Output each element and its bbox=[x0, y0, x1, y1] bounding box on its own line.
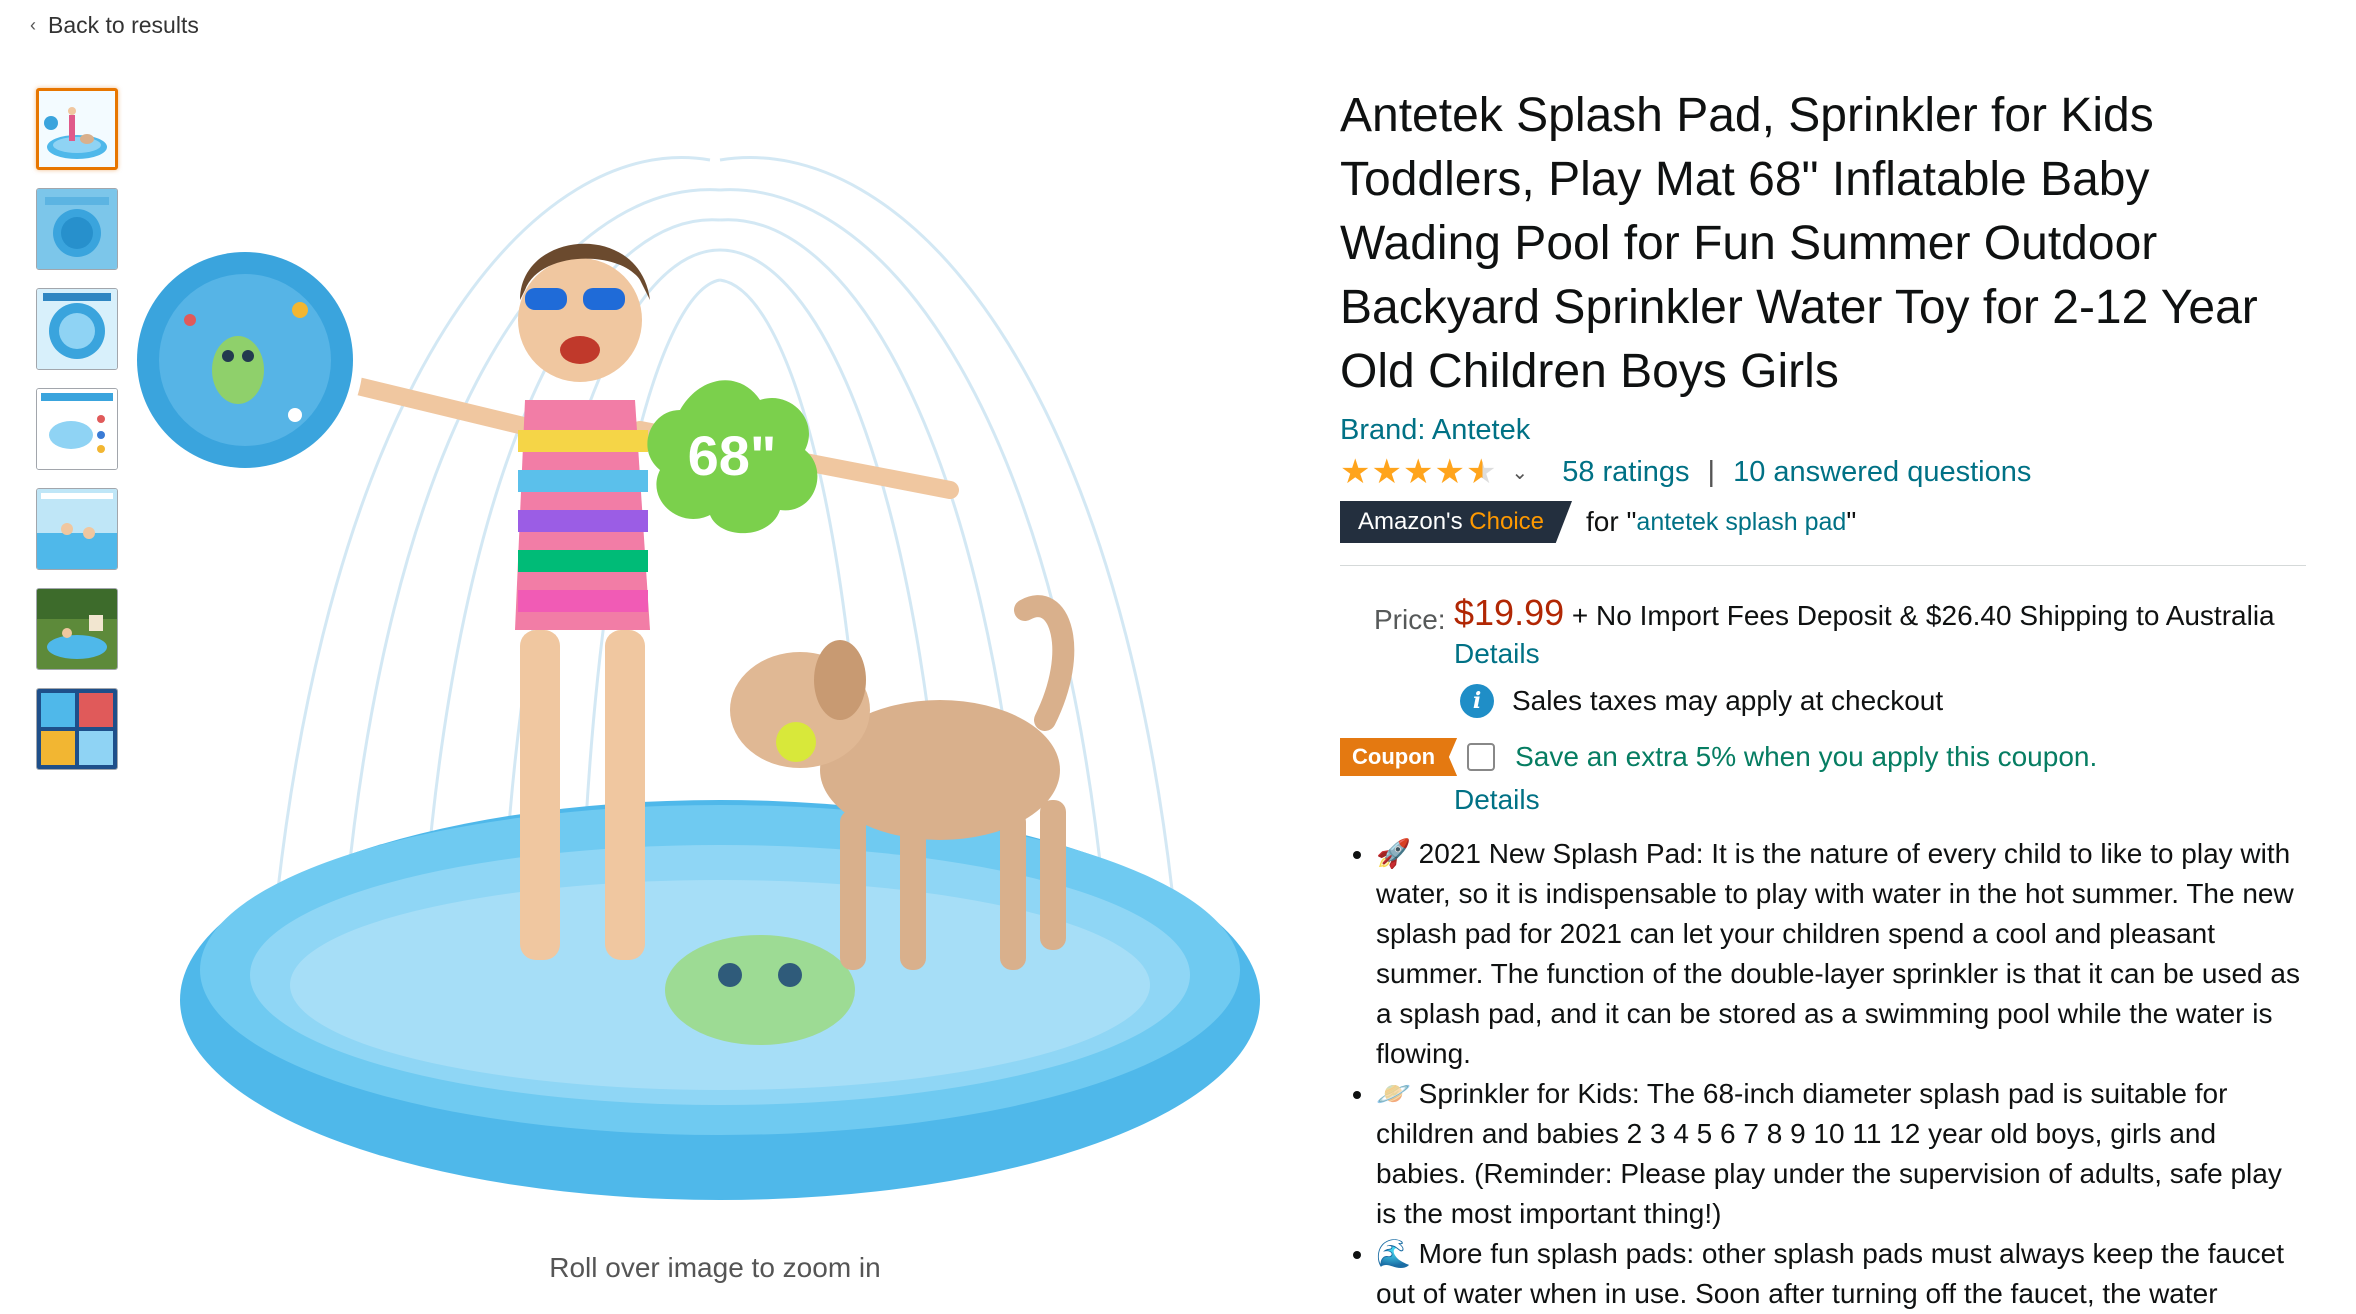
chevron-left-icon: ‹ bbox=[30, 15, 36, 35]
star-rating[interactable]: ★ ★ ★ ★ ★ bbox=[1340, 455, 1497, 489]
coupon-checkbox[interactable] bbox=[1467, 743, 1496, 771]
back-to-results-label: Back to results bbox=[48, 12, 199, 38]
thumbnail-1[interactable] bbox=[36, 88, 118, 170]
feature-bullet: 🪐 Sprinkler for Kids: The 68-inch diamet… bbox=[1376, 1074, 2306, 1234]
brand-link[interactable]: Brand: Antetek bbox=[1340, 414, 2306, 447]
coupon-tag: Coupon bbox=[1340, 738, 1458, 776]
thumbnail-7[interactable] bbox=[36, 688, 118, 770]
product-title: Antetek Splash Pad, Sprinkler for Kids T… bbox=[1340, 89, 2258, 398]
star-icon: ★ bbox=[1340, 453, 1371, 491]
choice-close-quote: " bbox=[1846, 506, 1857, 537]
divider bbox=[1340, 565, 2306, 566]
shipping-text: + No Import Fees Deposit & $26.40 Shippi… bbox=[1571, 600, 2275, 631]
thumbnail-5[interactable] bbox=[36, 488, 118, 570]
coupon-details-link[interactable]: Details bbox=[1454, 784, 2306, 816]
choice-for-text: for " bbox=[1586, 506, 1637, 537]
choice-keyword-link[interactable]: antetek splash pad bbox=[1636, 508, 1846, 537]
feature-bullet: 🌊 More fun splash pads: other splash pad… bbox=[1376, 1234, 2306, 1314]
coupon-row: Coupon Save an extra 5% when you apply t… bbox=[1340, 738, 2306, 776]
svg-text:68": 68" bbox=[688, 424, 777, 487]
tax-note: i Sales taxes may apply at checkout bbox=[1454, 684, 2306, 718]
choice-badge-prefix: Amazon's bbox=[1358, 508, 1463, 535]
feature-bullet: 🚀 2021 New Splash Pad: It is the nature … bbox=[1376, 834, 2306, 1074]
chevron-down-icon[interactable]: ⌄ bbox=[1511, 460, 1528, 485]
rating-row: ★ ★ ★ ★ ★ ⌄ 58 ratings | 10 answered que… bbox=[1340, 455, 2306, 489]
star-icon: ★ bbox=[1371, 453, 1402, 491]
thumbnail-list bbox=[36, 88, 120, 788]
price-label: Price: bbox=[1374, 604, 1446, 635]
thumbnail-3[interactable] bbox=[36, 288, 118, 370]
price-details-link[interactable]: Details bbox=[1454, 638, 2306, 670]
price-amount: $19.99 bbox=[1454, 592, 1565, 633]
choice-badge-word: Choice bbox=[1469, 508, 1545, 535]
answered-questions-link[interactable]: 10 answered questions bbox=[1733, 456, 2031, 489]
thumbnail-6[interactable] bbox=[36, 588, 118, 670]
amazons-choice-row: Amazon's Choice for " antetek splash pad " bbox=[1340, 501, 2306, 543]
star-icon: ★ bbox=[1402, 453, 1434, 491]
info-icon: i bbox=[1460, 684, 1494, 718]
thumbnail-4[interactable] bbox=[36, 388, 118, 470]
ratings-count-link[interactable]: 58 ratings bbox=[1562, 456, 1689, 489]
size-badge: 68" bbox=[647, 380, 818, 534]
feature-bullets: 🚀 2021 New Splash Pad: It is the nature … bbox=[1340, 834, 2306, 1314]
tax-note-text: Sales taxes may apply at checkout bbox=[1512, 685, 1944, 716]
coupon-text[interactable]: Save an extra 5% when you apply this cou… bbox=[1515, 741, 2097, 773]
back-to-results-link[interactable]: ‹ Back to results bbox=[30, 12, 199, 39]
inset-pad-image bbox=[127, 242, 363, 478]
main-product-image[interactable]: 68" bbox=[120, 70, 1310, 1230]
price-block: Price: $19.99 + No Import Fees Deposit &… bbox=[1340, 592, 2306, 718]
separator: | bbox=[1707, 455, 1716, 488]
amazons-choice-badge: Amazon's Choice bbox=[1340, 501, 1573, 543]
thumbnail-2[interactable] bbox=[36, 188, 118, 270]
half-star-icon: ★ bbox=[1465, 453, 1497, 491]
star-icon: ★ bbox=[1434, 453, 1465, 491]
product-details: Antetek Splash Pad, Sprinkler for Kids T… bbox=[1340, 84, 2306, 1314]
zoom-hint: Roll over image to zoom in bbox=[549, 1252, 881, 1283]
